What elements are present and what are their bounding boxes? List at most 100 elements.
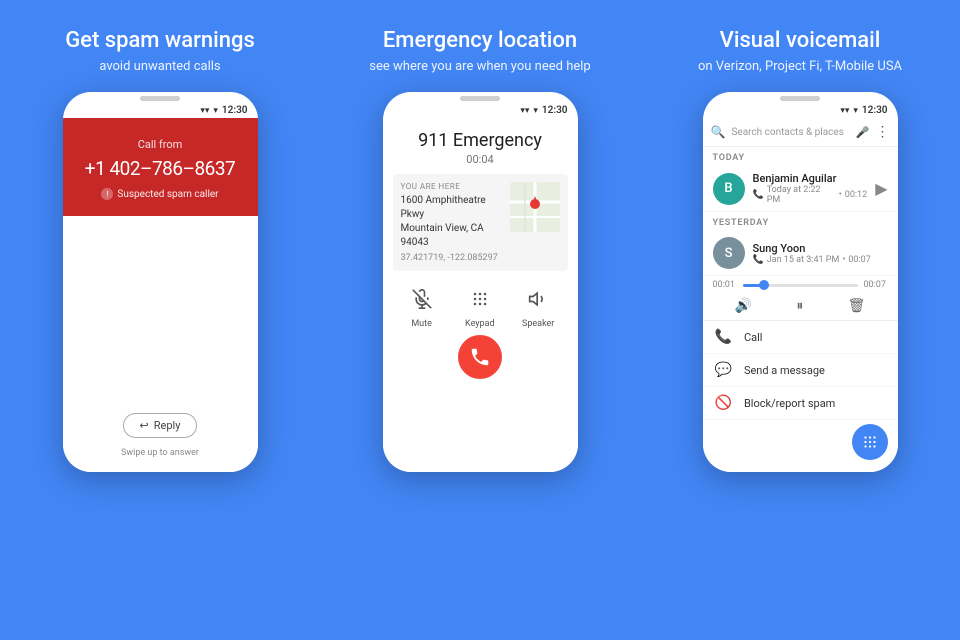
speaker-icon [522,283,554,315]
signal-icon-2: ▾▾ [520,106,529,116]
signal-icon: ▾▾ [200,106,209,116]
status-bar-1: ▾▾ ▾ 12:30 [63,101,258,118]
swipe-text: Swipe up to answer [121,448,199,458]
avatar-ba: B [713,173,745,205]
emergency-duration: 00:04 [393,153,568,166]
yesterday-section: YESTERDAY [703,212,898,231]
vm-actions: 📞 Call 💬 Send a message 🚫 Block/report s… [703,320,898,420]
mute-label: Mute [411,319,432,329]
vm-info-2: Sung Yoon 📞 Jan 15 at 3:41 PM • 00:07 [753,242,888,265]
speaker-label: Speaker [522,319,554,329]
keypad-icon [464,283,496,315]
vm-duration-2: 00:07 [848,255,870,265]
wifi-icon-2: ▾ [533,106,538,116]
reply-label: Reply [154,419,181,432]
progress-bar[interactable] [743,284,858,287]
action-call[interactable]: 📞 Call [703,321,898,354]
action-message[interactable]: 💬 Send a message [703,354,898,387]
panel1-subtitle: avoid unwanted calls [99,59,220,74]
status-bar-3: ▾▾ ▾ 12:30 [703,101,898,118]
vm-meta-1: 📞 Today at 2:22 PM • 00:12 [753,185,868,205]
status-bar-2: ▾▾ ▾ 12:30 [383,101,578,118]
action-message-label: Send a message [744,364,825,377]
end-call-row [383,335,578,389]
emergency-name: 911 Emergency [393,130,568,151]
spam-header: Call from +1 402–786–8637 ! Suspected sp… [63,118,258,216]
call-controls: Mute Keypad [383,271,578,335]
mute-icon [406,283,438,315]
emergency-screen: 911 Emergency 00:04 YOU ARE HERE 1600 Am… [383,118,578,472]
panel2-subtitle: see where you are when you need help [369,59,590,74]
delete-icon[interactable]: 🗑 [848,298,866,314]
play-button-1[interactable]: ▶ [875,179,887,198]
progress-fill [743,284,760,287]
vm-dur-sep-1: • [839,190,842,200]
voicemail-item-1[interactable]: B Benjamin Aguilar 📞 Today at 2:22 PM • … [703,166,898,212]
today-section: TODAY [703,147,898,166]
address-line1: 1600 Amphitheatre Pkwy [401,194,504,222]
vm-call-icon-1: 📞 [753,190,764,200]
vm-dur-sep-2: • [842,255,845,265]
speaker-button[interactable]: Speaker [522,283,554,329]
search-input[interactable]: Search contacts & places [731,127,849,138]
pause-icon[interactable]: ⏸ [796,298,803,314]
map-thumbnail [510,182,560,232]
panel2-title: Emergency location [383,28,577,53]
playback-controls: 🔊 ⏸ 🗑 [703,294,898,320]
reply-icon: ↩ [140,419,149,432]
vm-date-2: Jan 15 at 3:41 PM [767,255,840,265]
spam-warning: ! Suspected spam caller [101,188,218,200]
action-block-label: Block/report spam [744,397,835,410]
map-svg [510,182,560,232]
signal-icon-3: ▾▾ [840,106,849,116]
location-coords: 37.421719, -122.085297 [401,253,504,263]
progress-start: 00:01 [713,280,737,290]
spam-screen: Call from +1 402–786–8637 ! Suspected sp… [63,118,258,472]
call-from-label: Call from [138,138,183,151]
panel3-title: Visual voicemail [720,28,881,53]
fab-keypad[interactable] [852,424,888,460]
status-time-1: 12:30 [222,105,248,116]
more-icon[interactable]: ⋮ [876,124,890,140]
emergency-caller: 911 Emergency 00:04 [383,118,578,174]
voicemail-item-2[interactable]: S Sung Yoon 📞 Jan 15 at 3:41 PM • 00:07 [703,231,898,276]
reply-button[interactable]: ↩ Reply [123,413,198,438]
search-bar: 🔍 Search contacts & places 🎤 ⋮ [703,118,898,147]
voicemail-screen: 🔍 Search contacts & places 🎤 ⋮ TODAY B B… [703,118,898,472]
keypad-button[interactable]: Keypad [464,283,496,329]
location-card: YOU ARE HERE 1600 Amphitheatre Pkwy Moun… [393,174,568,271]
playback-progress: 00:01 00:07 [703,276,898,294]
vm-duration-1: 00:12 [845,190,867,200]
address-line2: Mountain View, CA 94043 [401,222,504,250]
panel1-title: Get spam warnings [65,28,255,53]
status-time-3: 12:30 [862,105,888,116]
contact-name-1: Benjamin Aguilar [753,172,868,185]
mic-icon[interactable]: 🎤 [856,126,870,139]
vm-date-1: Today at 2:22 PM [767,185,836,205]
wifi-icon-3: ▾ [853,106,858,116]
status-time-2: 12:30 [542,105,568,116]
progress-dot [759,280,769,290]
volume-icon[interactable]: 🔊 [735,298,752,314]
warning-icon: ! [101,188,113,200]
panel-voicemail: Visual voicemail on Verizon, Project Fi,… [640,0,960,640]
mute-button[interactable]: Mute [406,283,438,329]
action-call-label: Call [744,331,763,344]
spam-number: +1 402–786–8637 [85,157,235,180]
phone-frame-1: ▾▾ ▾ 12:30 Call from +1 402–786–8637 ! S… [63,92,258,472]
phone-frame-2: ▾▾ ▾ 12:30 911 Emergency 00:04 YOU ARE H… [383,92,578,472]
search-icon: 🔍 [711,125,726,139]
spam-body: ↩ Reply Swipe up to answer [63,216,258,472]
end-call-button[interactable] [458,335,502,379]
vm-info-1: Benjamin Aguilar 📞 Today at 2:22 PM • 00… [753,172,868,205]
action-block[interactable]: 🚫 Block/report spam [703,387,898,420]
vm-meta-2: 📞 Jan 15 at 3:41 PM • 00:07 [753,255,888,265]
you-are-here-label: YOU ARE HERE [401,182,504,191]
avatar-sy: S [713,237,745,269]
phone-frame-3: ▾▾ ▾ 12:30 🔍 Search contacts & places 🎤 … [703,92,898,472]
block-icon: 🚫 [715,395,732,411]
contact-name-2: Sung Yoon [753,242,888,255]
panel3-subtitle: on Verizon, Project Fi, T-Mobile USA [698,59,902,74]
spam-warning-text: Suspected spam caller [117,189,218,200]
call-icon: 📞 [715,329,732,345]
